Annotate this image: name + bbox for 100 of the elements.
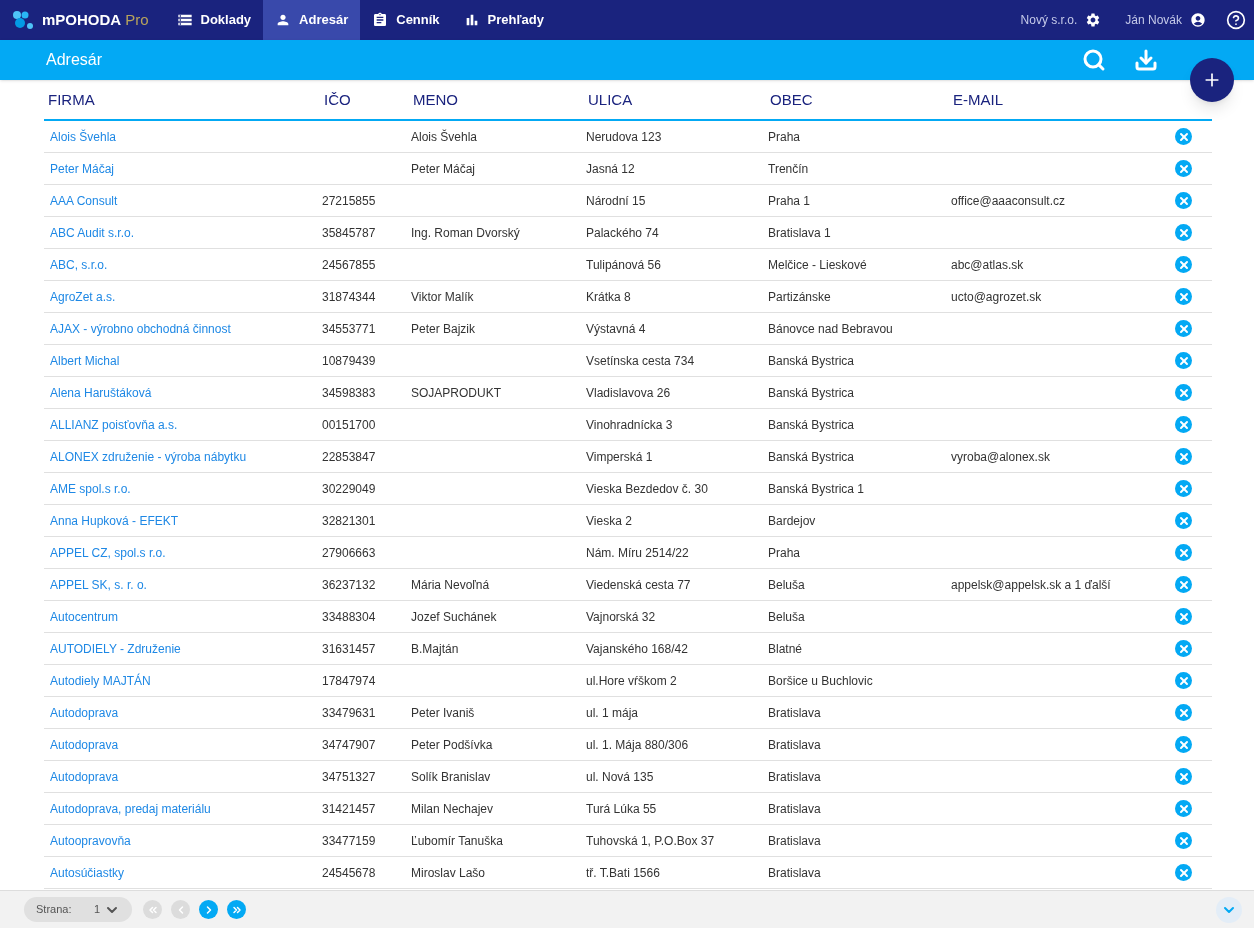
delete-button[interactable] [1175,288,1192,305]
nav-tab[interactable]: Doklady [164,0,264,40]
page-select[interactable]: Strana: 1 [24,897,132,922]
scroll-down-button[interactable] [1216,896,1242,923]
company-link[interactable]: Autodoprava, predaj materiálu [44,799,320,818]
company-link[interactable]: Autodiely MAJTÁN [44,671,320,690]
delete-button[interactable] [1175,864,1192,881]
company-link[interactable]: Autodoprava [44,703,320,722]
company-button[interactable]: Nový s.r.o. [1020,11,1102,29]
company-link[interactable]: AAA Consult [44,191,320,210]
close-icon [1177,834,1190,847]
delete-button[interactable] [1175,832,1192,849]
table-cell-text: 34598383 [321,384,377,402]
close-icon [1177,706,1190,719]
delete-button[interactable] [1175,448,1192,465]
company-link[interactable]: Albert Michal [44,351,320,370]
company-link[interactable]: APPEL CZ, spol.s r.o. [44,543,320,562]
close-icon [1177,194,1190,207]
delete-button[interactable] [1175,320,1192,337]
delete-button[interactable] [1175,160,1192,177]
company-link[interactable]: Autodoprava [44,735,320,754]
table-cell-text: Jozef Suchánek [410,608,498,626]
column-header[interactable]: IČO [320,88,409,111]
delete-button[interactable] [1175,480,1192,497]
company-link[interactable]: ALONEX združenie - výroba nábytku [44,447,320,466]
add-button[interactable] [1190,58,1234,102]
company-link[interactable]: Alois Švehla [44,127,320,146]
delete-button[interactable] [1175,640,1192,657]
table-cell-text: 17847974 [321,672,377,690]
delete-button[interactable] [1175,576,1192,593]
company-link[interactable]: AgroZet a.s. [44,287,320,306]
close-icon [1177,610,1190,623]
table-cell-text: Bratislava [767,736,822,754]
table-cell-text: ucto@agrozet.sk [950,288,1043,306]
delete-button[interactable] [1175,256,1192,273]
table-cell-text: Banská Bystrica [767,352,856,370]
delete-button[interactable] [1175,512,1192,529]
company-link[interactable]: AUTODIELY - Združenie [44,639,320,658]
close-icon [1177,738,1190,751]
table-cell-text: 32821301 [321,512,377,530]
nav-tab[interactable]: Cenník [360,0,452,40]
table-cell-text: abc@atlas.sk [950,256,1025,274]
company-link[interactable]: AME spol.s r.o. [44,479,320,498]
page-title: Adresár [46,50,103,70]
company-link[interactable]: Autoopravovňa [44,831,320,850]
column-header[interactable]: FIRMA [44,88,320,111]
table-cell-text: 27215855 [321,192,377,210]
company-link[interactable]: Autodoprava [44,767,320,786]
nav-tab[interactable]: Prehľady [451,0,556,40]
pager-button[interactable] [227,900,246,919]
download-button[interactable] [1134,48,1158,72]
table-cell-text: Bratislava [767,768,822,786]
company-link[interactable]: ABC Audit s.r.o. [44,223,320,242]
company-link[interactable]: APPEL SK, s. r. o. [44,575,320,594]
account-icon [1190,12,1206,28]
delete-button[interactable] [1175,416,1192,433]
company-link[interactable]: AJAX - výrobno obchodná činnost [44,319,320,338]
settings-icon [1085,12,1102,28]
table-cell-text: Tulipánová 56 [585,256,662,274]
close-icon [1177,290,1190,303]
column-header[interactable]: ULICA [584,88,766,111]
column-header[interactable]: E-MAIL [949,88,1173,111]
company-link[interactable]: ALLIANZ poisťovňa a.s. [44,415,320,434]
user-button[interactable]: Ján Novák [1125,11,1206,29]
table-cell-text: 31874344 [321,288,377,306]
column-header[interactable]: MENO [409,88,584,111]
table-cell-text: Bratislava 1 [767,224,832,242]
delete-button[interactable] [1175,224,1192,241]
delete-button[interactable] [1175,704,1192,721]
company-link[interactable]: Alena Haruštáková [44,383,320,402]
close-icon [1177,226,1190,239]
table-cell-text: Praha 1 [767,192,812,210]
company-link[interactable]: Autosúčiastky [44,863,320,882]
delete-button[interactable] [1175,736,1192,753]
table-cell-text: 34751327 [321,768,377,786]
table-cell-text: Vieska 2 [585,512,633,530]
delete-button[interactable] [1175,352,1192,369]
table-cell-text: Bratislava [767,800,822,818]
delete-button[interactable] [1175,544,1192,561]
table-cell-text: 00151700 [321,416,377,434]
company-link[interactable]: ABC, s.r.o. [44,255,320,274]
company-link[interactable]: Anna Hupková - EFEKT [44,511,320,530]
company-link[interactable]: Peter Máčaj [44,159,320,178]
delete-button[interactable] [1175,608,1192,625]
delete-button[interactable] [1175,768,1192,785]
search-button[interactable] [1082,48,1106,72]
delete-button[interactable] [1175,672,1192,689]
delete-button[interactable] [1175,800,1192,817]
company-link[interactable]: Autocentrum [44,607,320,626]
delete-button[interactable] [1175,192,1192,209]
delete-button[interactable] [1175,128,1192,145]
table-cell-text: B.Majtán [410,640,460,658]
table-cell-text: Vieska Bezdedov č. 30 [585,480,709,498]
table-cell-text: ul.Hore vŕškom 2 [585,672,678,690]
nav-tab[interactable]: Adresár [263,0,361,40]
column-header[interactable]: OBEC [766,88,949,111]
delete-button[interactable] [1175,384,1192,401]
pager-button[interactable] [199,900,218,919]
table-cell-text: Trenčín [767,160,810,178]
help-button[interactable] [1226,10,1246,30]
